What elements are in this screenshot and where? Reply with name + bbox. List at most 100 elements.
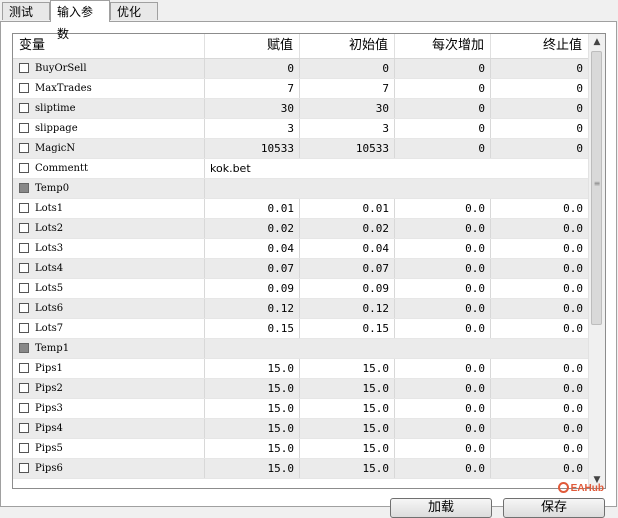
step-cell[interactable]: 0.0 [395,459,491,478]
column-header-value[interactable]: 赋值 [205,34,300,58]
stop-cell[interactable]: 0 [491,99,589,118]
stop-cell[interactable]: 0.0 [491,439,589,458]
table-row[interactable]: Lots5 0.09 0.09 0.0 0.0 [13,279,589,299]
checkbox-icon[interactable] [19,163,29,173]
value-cell[interactable]: 15.0 [205,419,300,438]
checkbox-icon[interactable] [19,403,29,413]
checkbox-icon[interactable] [19,223,29,233]
table-row[interactable]: Lots2 0.02 0.02 0.0 0.0 [13,219,589,239]
checkbox-icon[interactable] [19,143,29,153]
step-cell[interactable]: 0.0 [395,199,491,218]
vertical-scrollbar[interactable]: ▲ ≡ ▼ [588,34,605,488]
step-cell[interactable]: 0 [395,139,491,158]
checkbox-icon[interactable] [19,103,29,113]
checkbox-icon[interactable] [19,303,29,313]
step-cell[interactable]: 0.0 [395,439,491,458]
value-cell[interactable]: 10533 [205,139,300,158]
stop-cell[interactable]: 0.0 [491,259,589,278]
checkbox-icon[interactable] [19,203,29,213]
checkbox-icon[interactable] [19,243,29,253]
step-cell[interactable]: 0.0 [395,399,491,418]
step-cell[interactable]: 0.0 [395,219,491,238]
start-cell[interactable]: 0.07 [300,259,395,278]
table-row[interactable]: Pips1 15.0 15.0 0.0 0.0 [13,359,589,379]
start-cell[interactable]: 0.09 [300,279,395,298]
parameter-name-cell[interactable]: MaxTrades [13,79,205,98]
table-row[interactable]: sliptime 30 30 0 0 [13,99,589,119]
column-header-start[interactable]: 初始值 [300,34,395,58]
value-cell[interactable]: 0.01 [205,199,300,218]
parameter-name-cell[interactable]: Lots6 [13,299,205,318]
start-cell[interactable]: 7 [300,79,395,98]
table-row[interactable]: Pips6 15.0 15.0 0.0 0.0 [13,459,589,479]
table-row[interactable]: Lots6 0.12 0.12 0.0 0.0 [13,299,589,319]
stop-cell[interactable]: 0.0 [491,459,589,478]
step-cell[interactable]: 0 [395,59,491,78]
step-cell[interactable]: 0.0 [395,379,491,398]
checkbox-icon[interactable] [19,363,29,373]
start-cell[interactable]: 15.0 [300,399,395,418]
checkbox-icon[interactable] [19,463,29,473]
value-cell[interactable]: 0 [205,59,300,78]
parameter-name-cell[interactable]: Pips1 [13,359,205,378]
stop-cell[interactable]: 0.0 [491,379,589,398]
parameter-name-cell[interactable]: Pips4 [13,419,205,438]
value-cell[interactable]: 15.0 [205,399,300,418]
table-row[interactable]: Temp1 [13,339,589,359]
table-row[interactable]: MaxTrades 7 7 0 0 [13,79,589,99]
save-button[interactable]: 保存 [503,498,605,518]
value-cell[interactable]: 0.09 [205,279,300,298]
start-cell[interactable]: 15.0 [300,439,395,458]
start-cell[interactable]: 0 [300,59,395,78]
start-cell[interactable]: 15.0 [300,419,395,438]
stop-cell[interactable]: 0.0 [491,219,589,238]
tab-optimization[interactable]: 优化 [110,2,158,20]
start-cell[interactable]: 10533 [300,139,395,158]
checkbox-icon[interactable] [19,383,29,393]
start-cell[interactable]: 30 [300,99,395,118]
parameter-name-cell[interactable]: MagicN [13,139,205,158]
value-cell[interactable]: 0.04 [205,239,300,258]
tab-test[interactable]: 测试 [2,2,50,20]
start-cell[interactable]: 0.01 [300,199,395,218]
value-cell[interactable]: 0.02 [205,219,300,238]
table-row[interactable]: MagicN 10533 10533 0 0 [13,139,589,159]
table-row[interactable]: Pips5 15.0 15.0 0.0 0.0 [13,439,589,459]
start-cell[interactable]: 15.0 [300,459,395,478]
scroll-up-arrow-icon[interactable]: ▲ [589,34,605,50]
checkbox-icon[interactable] [19,443,29,453]
start-cell[interactable]: 0.15 [300,319,395,338]
parameter-name-cell[interactable]: Lots4 [13,259,205,278]
stop-cell[interactable]: 0.0 [491,199,589,218]
tab-input-params[interactable]: 输入参数 [50,0,110,41]
step-cell[interactable]: 0.0 [395,359,491,378]
table-row[interactable]: Temp0 [13,179,589,199]
stop-cell[interactable]: 0 [491,59,589,78]
parameter-name-cell[interactable]: slippage [13,119,205,138]
start-cell[interactable]: 3 [300,119,395,138]
value-cell[interactable]: 0.15 [205,319,300,338]
table-row[interactable]: Pips2 15.0 15.0 0.0 0.0 [13,379,589,399]
stop-cell[interactable]: 0.0 [491,299,589,318]
value-cell[interactable]: 3 [205,119,300,138]
table-row[interactable]: BuyOrSell 0 0 0 0 [13,59,589,79]
stop-cell[interactable]: 0.0 [491,239,589,258]
stop-cell[interactable]: 0.0 [491,419,589,438]
start-cell[interactable]: 15.0 [300,359,395,378]
stop-cell[interactable]: 0.0 [491,279,589,298]
start-cell[interactable]: 15.0 [300,379,395,398]
table-row[interactable]: Lots1 0.01 0.01 0.0 0.0 [13,199,589,219]
stop-cell[interactable]: 0 [491,119,589,138]
parameter-name-cell[interactable]: Lots3 [13,239,205,258]
value-cell[interactable]: 7 [205,79,300,98]
checkbox-icon[interactable] [19,423,29,433]
parameter-name-cell[interactable]: Commentt [13,159,205,178]
step-cell[interactable]: 0.0 [395,259,491,278]
value-cell[interactable]: 30 [205,99,300,118]
parameter-name-cell[interactable]: Pips2 [13,379,205,398]
column-header-variable[interactable]: 变量 [13,34,205,58]
value-cell[interactable]: 15.0 [205,439,300,458]
table-row[interactable]: Pips4 15.0 15.0 0.0 0.0 [13,419,589,439]
parameter-name-cell[interactable]: Lots5 [13,279,205,298]
value-cell[interactable]: 15.0 [205,359,300,378]
